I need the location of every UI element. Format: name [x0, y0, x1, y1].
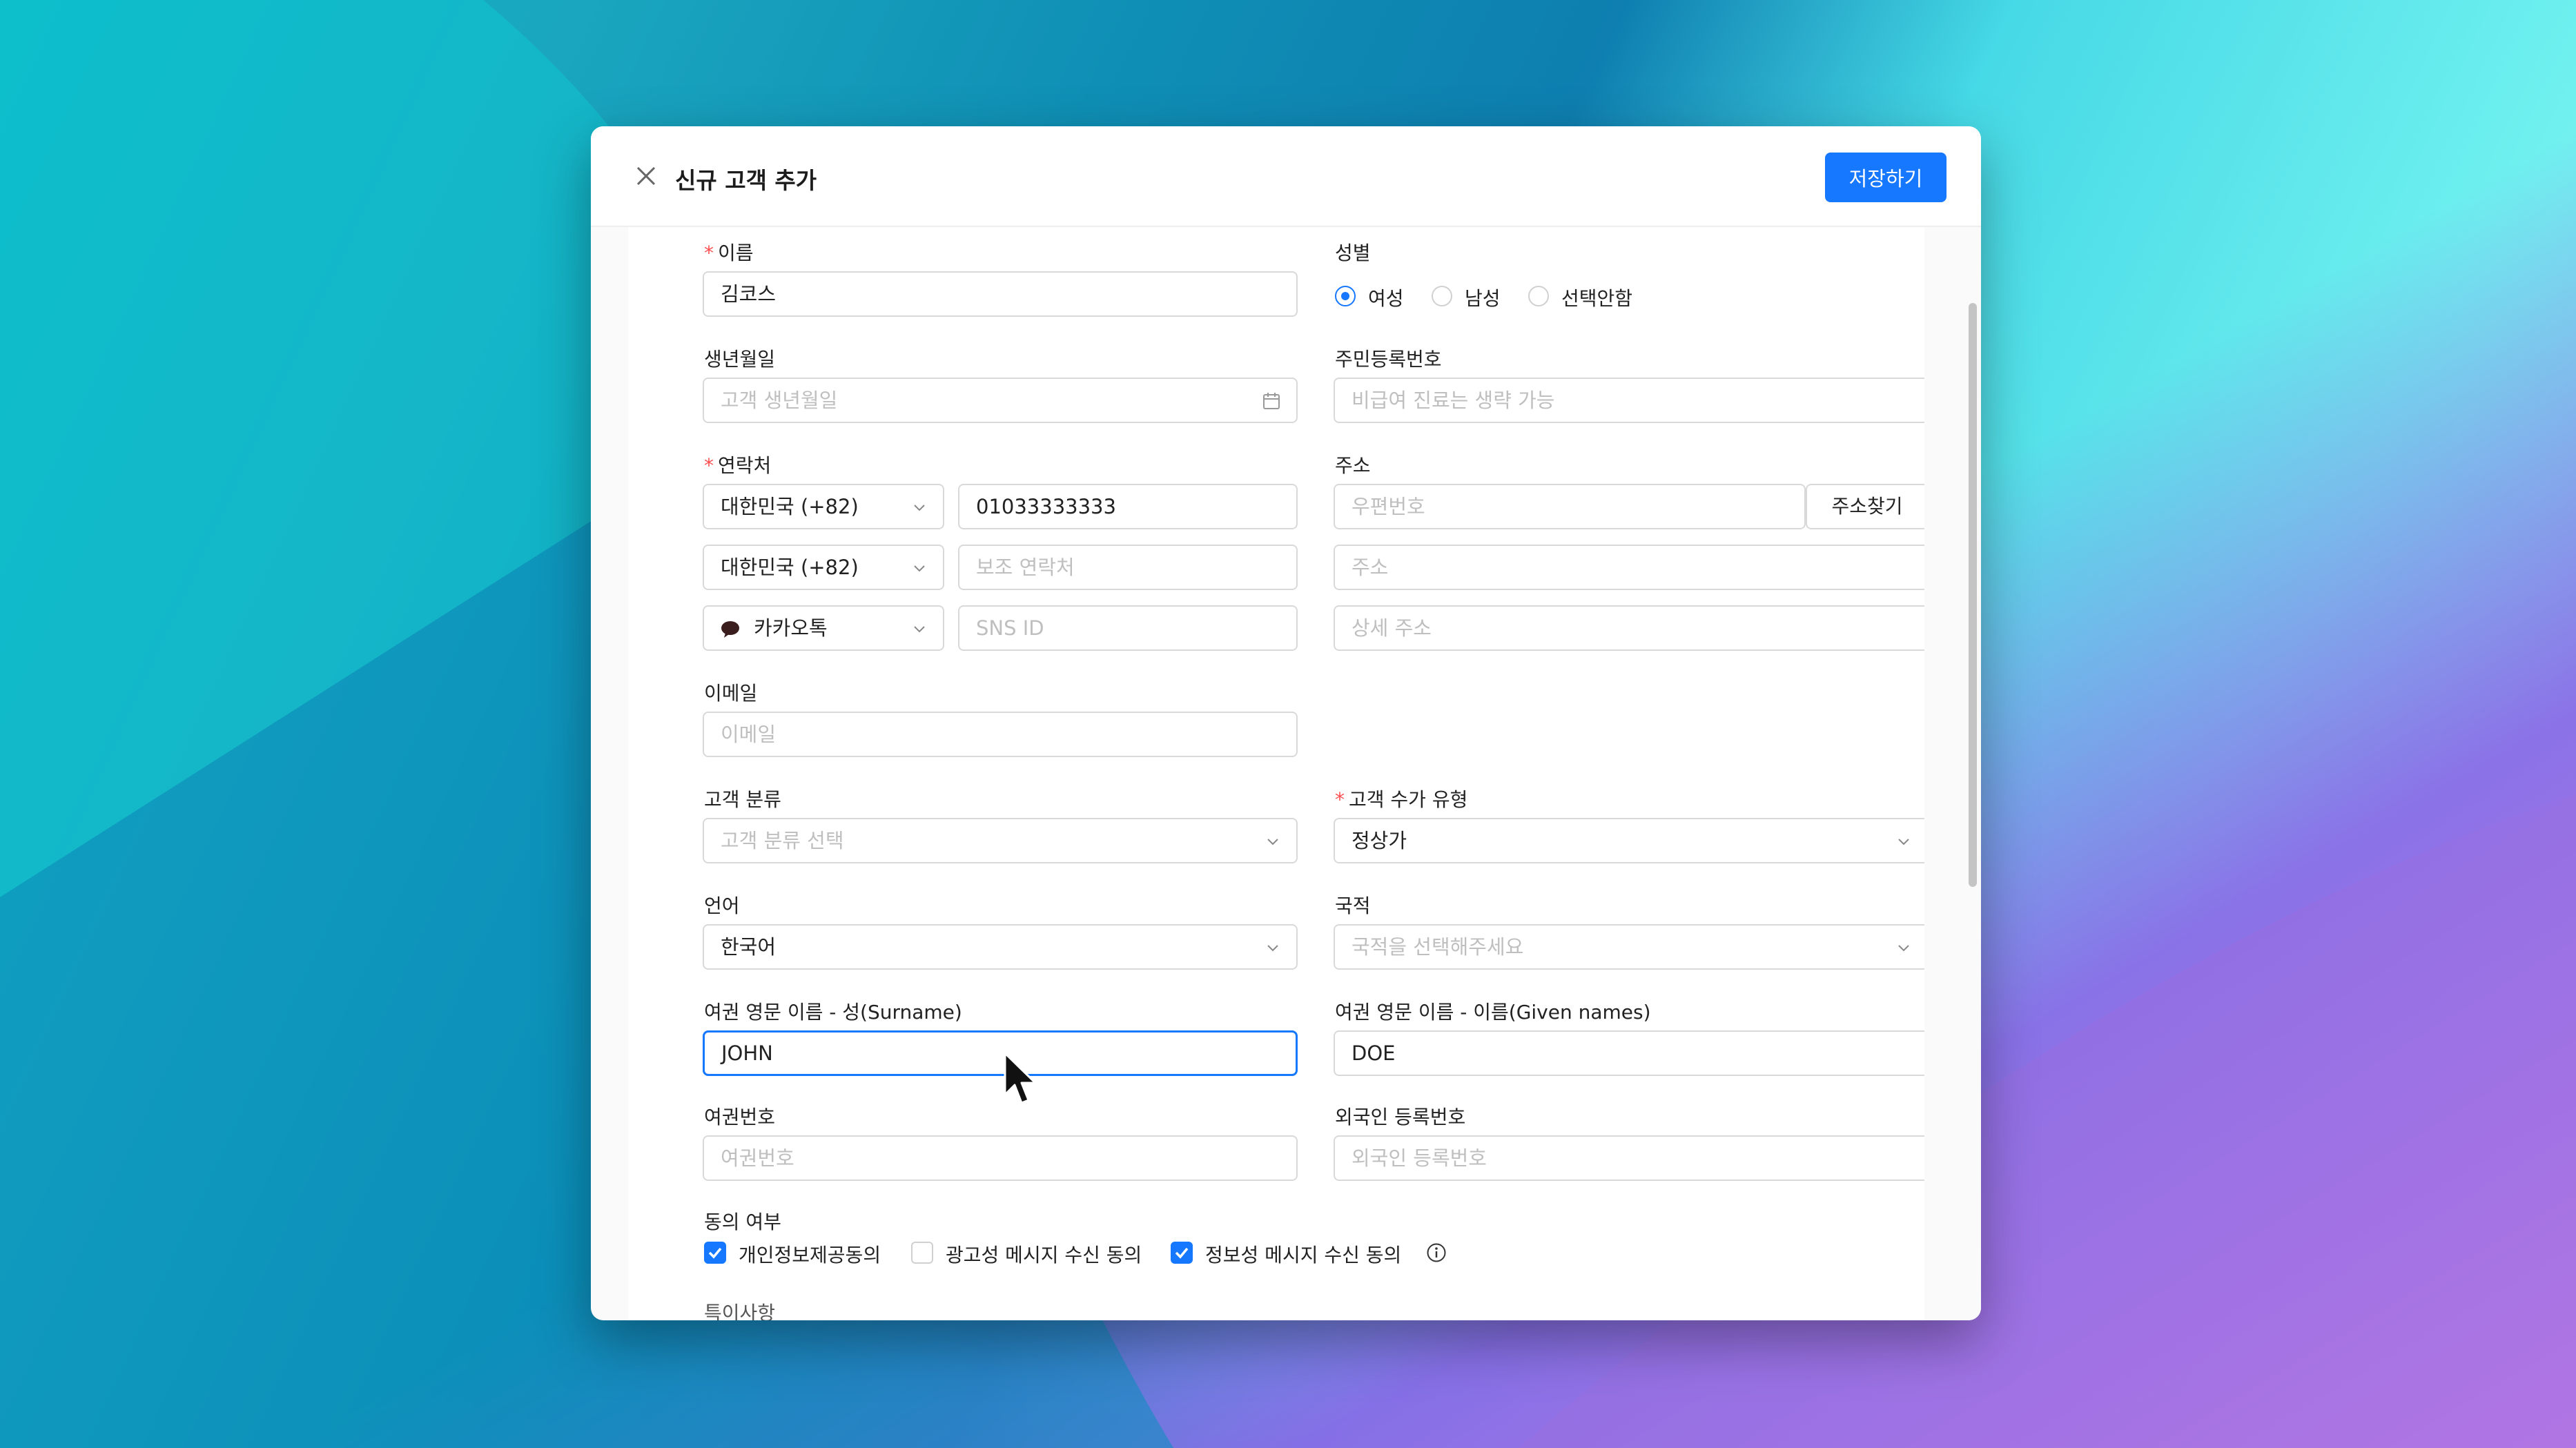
- given-name-input[interactable]: DOE: [1334, 1030, 1924, 1076]
- rrn-input[interactable]: 비급여 진료는 생략 가능: [1334, 378, 1924, 423]
- consent-checkbox-privacy[interactable]: [704, 1242, 726, 1264]
- sns-id-input[interactable]: SNS ID: [958, 605, 1298, 651]
- fee-type-value: 정상가: [1352, 829, 1407, 852]
- new-customer-dialog: 신규 고객 추가 저장하기 * 이름 김코스 성별 여성 남성 선택안함 생년월일…: [591, 126, 1981, 1320]
- scrollbar-thumb[interactable]: [1969, 303, 1977, 887]
- alien-reg-label: 외국인 등록번호: [1335, 1106, 1466, 1128]
- phone-input[interactable]: 01033333333: [958, 484, 1298, 529]
- passport-input[interactable]: 여권번호: [703, 1135, 1298, 1181]
- nationality-select[interactable]: 국적을 선택해주세요: [1334, 924, 1924, 970]
- save-button[interactable]: 저장하기: [1825, 153, 1946, 202]
- gender-radio-none[interactable]: [1528, 286, 1549, 306]
- check-icon: [1175, 1247, 1189, 1259]
- sns-type-select[interactable]: 카카오톡: [703, 605, 944, 651]
- passport-label: 여권번호: [704, 1106, 776, 1128]
- info-icon[interactable]: [1426, 1242, 1447, 1263]
- category-placeholder: 고객 분류 선택: [721, 829, 844, 852]
- birth-placeholder: 고객 생년월일: [721, 389, 838, 412]
- category-select[interactable]: 고객 분류 선택: [703, 818, 1298, 863]
- consent-label: 동의 여부: [704, 1211, 781, 1233]
- zipcode-input[interactable]: 우편번호: [1334, 484, 1806, 529]
- consent-info-label: 정보성 메시지 수신 동의: [1205, 1244, 1402, 1266]
- language-value: 한국어: [721, 935, 777, 959]
- chevron-down-icon: [1267, 839, 1278, 845]
- name-label: * 이름: [704, 242, 754, 264]
- address-detail-input[interactable]: 상세 주소: [1334, 605, 1924, 651]
- chevron-down-icon: [1898, 945, 1909, 952]
- email-input[interactable]: 이메일: [703, 712, 1298, 757]
- dialog-header: 신규 고객 추가 저장하기: [591, 126, 1981, 227]
- nationality-placeholder: 국적을 선택해주세요: [1352, 935, 1524, 959]
- secondary-phone-input[interactable]: 보조 연락처: [958, 545, 1298, 590]
- surname-input[interactable]: JOHN: [703, 1030, 1298, 1076]
- notes-label: 특이사항: [704, 1302, 776, 1320]
- language-select[interactable]: 한국어: [703, 924, 1298, 970]
- chevron-down-icon: [914, 626, 925, 633]
- form-content: * 이름 김코스 성별 여성 남성 선택안함 생년월일 고객 생년월일 주민등록번…: [628, 227, 1924, 1320]
- address-label: 주소: [1335, 454, 1371, 477]
- address-input[interactable]: 주소: [1334, 545, 1924, 590]
- email-label: 이메일: [704, 682, 758, 705]
- fee-type-select[interactable]: 정상가: [1334, 818, 1924, 863]
- language-label: 언어: [704, 894, 740, 917]
- kakao-talk-icon: [721, 621, 739, 638]
- mouse-cursor-icon: [1004, 1052, 1037, 1104]
- find-address-button[interactable]: 주소찾기: [1806, 484, 1924, 529]
- country-code-select-2[interactable]: 대한민국 (+82): [703, 545, 944, 590]
- consent-ads-label: 광고성 메시지 수신 동의: [946, 1244, 1142, 1266]
- fee-type-label: * 고객 수가 유형: [1335, 788, 1468, 811]
- birth-label: 생년월일: [704, 348, 776, 371]
- chevron-down-icon: [1898, 839, 1909, 845]
- check-icon: [708, 1247, 722, 1259]
- given-name-label: 여권 영문 이름 - 이름(Given names): [1335, 1001, 1651, 1024]
- country-code-1: 대한민국 (+82): [721, 495, 859, 518]
- consent-privacy-label: 개인정보제공동의: [739, 1244, 881, 1266]
- name-input[interactable]: 김코스: [703, 271, 1298, 317]
- gender-option-none: 선택안함: [1561, 287, 1633, 310]
- nationality-label: 국적: [1335, 894, 1371, 917]
- gender-option-male: 남성: [1465, 287, 1501, 310]
- contact-label: * 연락처: [704, 454, 772, 477]
- birth-date-input[interactable]: 고객 생년월일: [703, 378, 1298, 423]
- gender-option-female: 여성: [1368, 287, 1404, 310]
- chevron-down-icon: [914, 505, 925, 511]
- calendar-icon: [1263, 393, 1280, 409]
- country-code-select-1[interactable]: 대한민국 (+82): [703, 484, 944, 529]
- consent-checkbox-info[interactable]: [1171, 1242, 1193, 1264]
- country-code-2: 대한민국 (+82): [721, 556, 859, 579]
- sns-type: 카카오톡: [754, 616, 828, 640]
- rrn-label: 주민등록번호: [1335, 348, 1442, 371]
- surname-label: 여권 영문 이름 - 성(Surname): [704, 1001, 962, 1024]
- dialog-title: 신규 고객 추가: [675, 167, 817, 194]
- gender-radio-female[interactable]: [1335, 286, 1356, 306]
- alien-reg-input[interactable]: 외국인 등록번호: [1334, 1135, 1924, 1181]
- chevron-down-icon: [1267, 945, 1278, 952]
- gender-radio-male[interactable]: [1432, 286, 1452, 306]
- chevron-down-icon: [914, 565, 925, 572]
- gender-label: 성별: [1335, 242, 1371, 264]
- close-icon[interactable]: [634, 164, 658, 188]
- category-label: 고객 분류: [704, 788, 781, 811]
- consent-checkbox-ads[interactable]: [911, 1242, 933, 1264]
